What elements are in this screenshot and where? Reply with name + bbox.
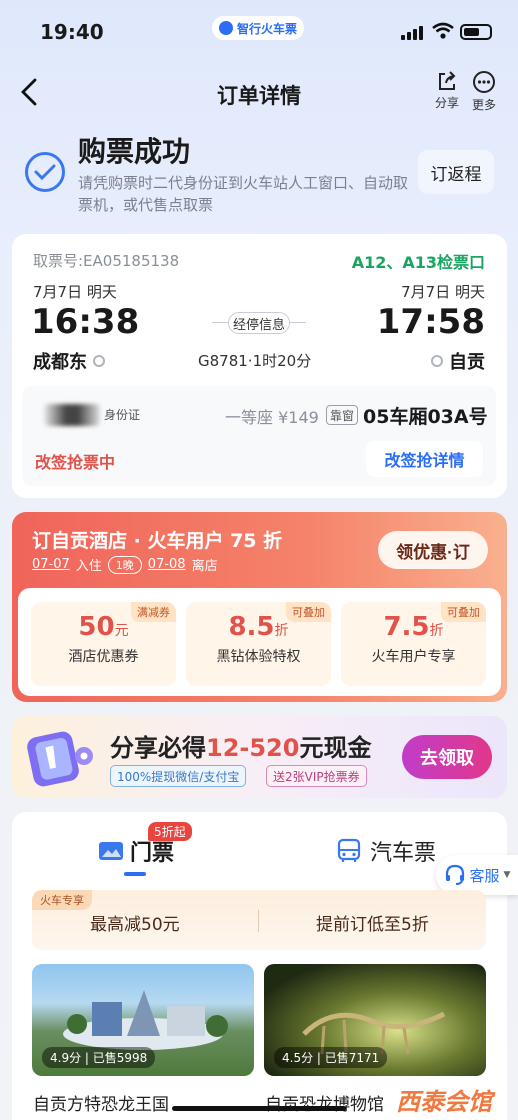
location-dot-icon (93, 355, 105, 367)
ticket-gate: A12、A13检票口 (351, 253, 485, 272)
departure-station[interactable]: 成都东 (33, 348, 105, 374)
image-icon (99, 842, 123, 860)
share-title: 分享必得12-520元现金 (110, 728, 371, 763)
nights-badge: 1晚 (107, 555, 142, 574)
divider (258, 910, 259, 932)
departure-date: 7月7日 明天 (33, 283, 117, 301)
share-label: 分享 (434, 96, 459, 110)
deal-early-booking: 提前订低至5折 (316, 915, 429, 935)
share-title-suffix: 元现金 (299, 734, 372, 762)
departure-station-label: 成都东 (33, 352, 87, 373)
deal-max-discount: 最高减50元 (90, 915, 180, 935)
more-label: 更多 (471, 98, 496, 112)
attraction-name[interactable]: 自贡恐龙博物馆 (265, 1090, 384, 1115)
app-logo-icon (218, 21, 233, 35)
app-name: 智行火车票 (236, 21, 297, 36)
coupon-unit: 折 (274, 623, 289, 639)
window-seat-tag: 靠窗 (326, 405, 358, 425)
wifi-icon (432, 22, 454, 39)
coupon-label: 火车用户专享 (371, 649, 456, 665)
success-check-icon (25, 152, 65, 192)
seat-class-price: 一等座 ¥149 (225, 408, 319, 427)
get-coupon-button[interactable]: 领优惠·订 (378, 531, 488, 569)
tab-bus-label: 汽车票 (370, 841, 437, 866)
coupon-tag: 可叠加 (286, 602, 331, 622)
app-badge: 智行火车票 (212, 16, 304, 40)
share-icon (439, 71, 456, 90)
coupon-tag: 满减券 (131, 602, 176, 622)
coupon-value: 7.5 (383, 612, 430, 642)
share-title-amount: 12-520 (206, 734, 300, 762)
coupon-tag: 可叠加 (441, 602, 486, 622)
coupon-unit: 元 (114, 623, 129, 639)
more-button[interactable]: 更多 (466, 70, 502, 113)
success-description: 请凭购票时二代身份证到火车站人工窗口、自动取票机，或代售点取票 (78, 174, 409, 214)
hotel-dates[interactable]: 07-07 入住 1晚 07-08 离店 (32, 555, 218, 574)
checkout-label: 离店 (191, 559, 218, 574)
arrival-time: 17:58 (376, 302, 485, 342)
share-tag-vip: 送2张VIP抢票券 (266, 765, 367, 787)
customer-service-label: 客服 (469, 866, 500, 885)
ticket-number: 取票号:EA05185138 (33, 252, 180, 270)
share-button[interactable]: 分享 (429, 70, 465, 111)
coupon-card[interactable]: 满减券 50元 酒店优惠券 (31, 602, 176, 686)
caret-down-icon: ▼ (503, 870, 511, 880)
home-indicator[interactable] (172, 1106, 346, 1111)
attraction-rating: 4.5分 | 已售7171 (274, 1047, 388, 1068)
coupon-card[interactable]: 可叠加 7.5折 火车用户专享 (341, 602, 486, 686)
coupon-unit: 折 (429, 623, 444, 639)
train-deal-tag: 火车专享 (32, 890, 92, 910)
change-details-button[interactable]: 改签抢详情 (366, 441, 483, 477)
book-return-button[interactable]: 订返程 (418, 150, 494, 194)
seat-number: 05车厢03A号 (363, 406, 488, 428)
tab-underline (124, 872, 146, 876)
train-info: G8781·1时20分 (198, 352, 312, 370)
stop-info-button[interactable]: 经停信息 (228, 312, 290, 334)
checkout-date: 07-08 (147, 557, 186, 572)
coupon-card[interactable]: 可叠加 8.5折 黑钻体验特权 (186, 602, 331, 686)
arrival-date: 7月7日 明天 (401, 283, 485, 301)
coupon-value: 8.5 (228, 612, 275, 642)
share-tag-withdraw: 100%提现微信/支付宝 (110, 765, 247, 787)
arrival-station[interactable]: 自贡 (431, 348, 485, 374)
attraction-card-image[interactable]: 4.9分 | 已售5998 (32, 964, 254, 1076)
battery-icon (460, 24, 492, 40)
id-type: 身份证 (104, 408, 141, 422)
status-time: 19:40 (40, 20, 104, 44)
success-title: 购票成功 (78, 135, 191, 168)
hotel-promo-title: 订自贡酒店 · 火车用户 75 折 (32, 530, 283, 552)
checkin-label: 入住 (75, 559, 102, 574)
customer-service-button[interactable]: 客服 ▼ (436, 855, 518, 895)
coupon-value: 50 (78, 612, 115, 642)
departure-time: 16:38 (31, 302, 140, 342)
bus-icon (337, 838, 361, 862)
discount-badge: 5折起 (148, 822, 192, 841)
more-icon (473, 71, 495, 93)
coupon-label: 黑钻体验特权 (216, 649, 301, 665)
headset-icon (445, 864, 464, 885)
claim-button[interactable]: 去领取 (402, 735, 492, 779)
passenger-name-blurred (44, 404, 100, 426)
watermark: 西泰会馆 (396, 1088, 492, 1116)
checkin-date: 07-07 (32, 557, 70, 572)
tab-bus[interactable]: 汽车票 (336, 835, 436, 867)
signal-icon (401, 26, 423, 40)
change-status: 改签抢票中 (35, 453, 116, 472)
attraction-card-image[interactable]: 4.5分 | 已售7171 (264, 964, 486, 1076)
gift-phone-icon (27, 731, 93, 787)
location-dot-icon (431, 355, 443, 367)
coupon-label: 酒店优惠券 (68, 649, 139, 665)
share-title-prefix: 分享必得 (110, 734, 206, 762)
attraction-rating: 4.9分 | 已售5998 (42, 1047, 156, 1068)
attraction-name[interactable]: 自贡方特恐龙王国 (33, 1090, 169, 1115)
arrival-station-label: 自贡 (449, 352, 485, 373)
